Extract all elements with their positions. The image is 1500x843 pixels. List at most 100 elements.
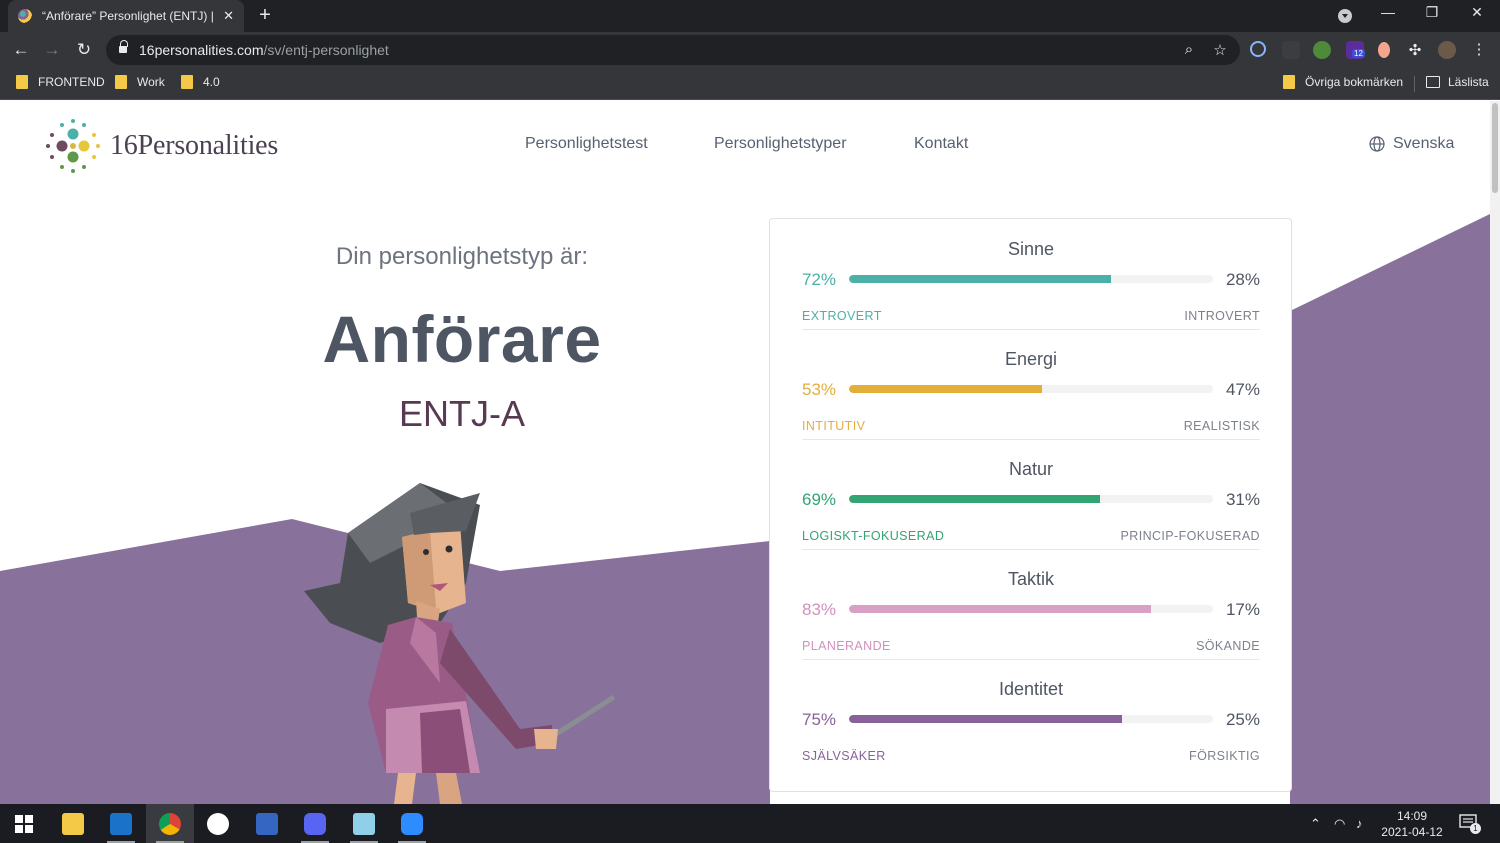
trait-left-label: EXTROVERT [802,309,882,323]
site-favicon-icon [18,9,32,23]
taskbar-discord[interactable] [291,804,339,843]
teams-icon [256,812,278,835]
trait-bar-fill [849,385,1042,393]
puzzle-extensions-icon[interactable]: ✣ [1406,41,1424,59]
taskbar-clock[interactable]: 14:09 2021-04-12 [1380,808,1444,840]
nav-personality-types[interactable]: Personlighetstyper [714,135,847,153]
folder-icon [16,75,28,89]
trait-right-label: FÖRSIKTIG [1189,749,1260,763]
trait-left-label: SJÄLVSÄKER [802,749,886,763]
page-scrollbar[interactable] [1490,101,1500,804]
profile-avatar[interactable] [1438,41,1456,59]
trait-left-label: INTITUTIV [802,419,866,433]
trait-title: Natur [1008,459,1053,479]
telegram-icon [207,812,229,835]
badge-extension-icon[interactable]: 12 [1346,41,1365,59]
react-devtools-icon[interactable] [1250,41,1266,57]
tray-chevron-icon[interactable]: ⌃ [1310,816,1321,832]
tab-title: “Anförare” Personlighet (ENTJ) | 16Perso… [42,9,214,23]
trait-title: Taktik [1007,569,1054,589]
close-window-icon[interactable]: ✕ [1467,4,1487,21]
language-selector[interactable]: Svenska [1369,135,1454,153]
trait-right-percent: 31% [1225,490,1260,509]
network-icon[interactable]: ◠ [1334,816,1345,832]
extension-badge: 12 [1352,49,1365,58]
site-logo[interactable]: 16Personalities [44,117,278,175]
trait-mind: Sinne 72% 28% EXTROVERT INTROVERT [802,219,1260,330]
bookmark-frontend[interactable]: FRONTEND [16,75,105,89]
globe-icon [1369,136,1385,152]
taskbar-teams[interactable] [243,804,291,843]
tab-close-icon[interactable]: ✕ [223,8,234,24]
restore-icon[interactable]: ❐ [1422,4,1442,21]
zoom-icon[interactable]: ⌕ [1180,41,1198,58]
trait-right-label: REALISTISK [1183,419,1260,433]
clock-time: 14:09 [1396,809,1428,823]
trait-title: Identitet [998,679,1064,699]
clock-date: 2021-04-12 [1381,825,1443,839]
trait-left-label: PLANERANDE [802,639,891,653]
notification-center-button[interactable]: 1 [1458,813,1481,834]
volume-icon[interactable]: ♪ [1356,816,1363,831]
lock-icon[interactable] [119,40,128,54]
reading-list-icon [1426,76,1440,88]
nav-contact[interactable]: Kontakt [914,135,968,153]
trait-bar [849,275,1213,283]
trait-bar-fill [849,715,1122,723]
start-button[interactable] [0,804,48,843]
folder-icon [1283,75,1295,89]
hero-subtitle: Din personlighetstyp är: [335,243,589,270]
tab-search-dropdown-icon[interactable] [1338,9,1352,23]
trait-identity: Identitet 75% 25% SJÄLVSÄKER FÖRSIKTIG [802,659,1260,769]
file-explorer-icon [62,812,84,835]
trait-tactics: Taktik 83% 17% PLANERANDE SÖKANDE [802,549,1260,660]
bookmark-star-icon[interactable]: ☆ [1211,41,1229,59]
windows-logo-icon [15,814,33,833]
windows-taskbar: ⌃ ◠ ♪ 14:09 2021-04-12 1 [0,804,1500,843]
egg-extension-icon[interactable] [1378,42,1390,58]
new-tab-button[interactable]: + [254,4,276,26]
trait-right-label: PRINCIP-FOKUSERAD [1120,529,1260,543]
bookmark-4-0[interactable]: 4.0 [181,75,220,89]
page-content: 16Personalities Personlighetstest Person… [0,101,1490,804]
forward-icon[interactable]: → [41,39,63,61]
taskbar-chrome[interactable] [146,804,194,843]
address-bar[interactable]: 16personalities.com/sv/entj-personlighet… [106,35,1240,65]
trait-left-percent: 72% [802,270,837,289]
bookmark-other[interactable]: Övriga bokmärken [1283,75,1403,89]
trait-left-percent: 53% [802,380,837,399]
folder-icon [181,75,193,89]
trait-left-percent: 83% [802,600,837,619]
back-icon[interactable]: ← [10,39,32,61]
trait-bar-fill [849,275,1112,283]
taskbar-file-explorer[interactable] [49,804,97,843]
reload-icon[interactable]: ↻ [73,39,95,61]
minimize-icon[interactable]: — [1378,4,1398,20]
browser-tab[interactable]: “Anförare” Personlighet (ENTJ) | 16Perso… [8,0,244,32]
scrollbar-thumb[interactable] [1492,103,1498,193]
reading-list[interactable]: Läslista [1426,75,1489,89]
personality-type-code: ENTJ-A [399,393,525,434]
url-text[interactable]: 16personalities.com/sv/entj-personlighet [139,42,389,58]
trait-bar [849,605,1213,613]
trait-left-label: LOGISKT-FOKUSERAD [802,529,945,543]
taskbar-notepad[interactable] [340,804,388,843]
language-label: Svenska [1393,135,1455,152]
trait-left-percent: 69% [802,490,837,509]
taskbar-telegram[interactable] [194,804,242,843]
menu-kebab-icon[interactable]: ⋮ [1470,40,1488,58]
tree-extension-icon[interactable] [1313,41,1331,59]
taskbar-mail[interactable] [97,804,145,843]
extension-icon[interactable] [1282,41,1300,59]
traits-card: Sinne 72% 28% EXTROVERT INTROVERT Energi… [769,218,1292,792]
bookmark-work[interactable]: Work [115,75,165,89]
chrome-icon [159,812,181,835]
nav-personality-test[interactable]: Personlighetstest [525,135,648,153]
logo-text: 16Personalities [110,130,279,161]
taskbar-zoom[interactable] [388,804,436,843]
trait-bar [849,495,1213,503]
trait-title: Sinne [1007,239,1055,259]
trait-right-percent: 25% [1225,710,1260,729]
trait-bar-fill [849,605,1152,613]
browser-tab-bar: “Anförare” Personlighet (ENTJ) | 16Perso… [0,0,1500,32]
